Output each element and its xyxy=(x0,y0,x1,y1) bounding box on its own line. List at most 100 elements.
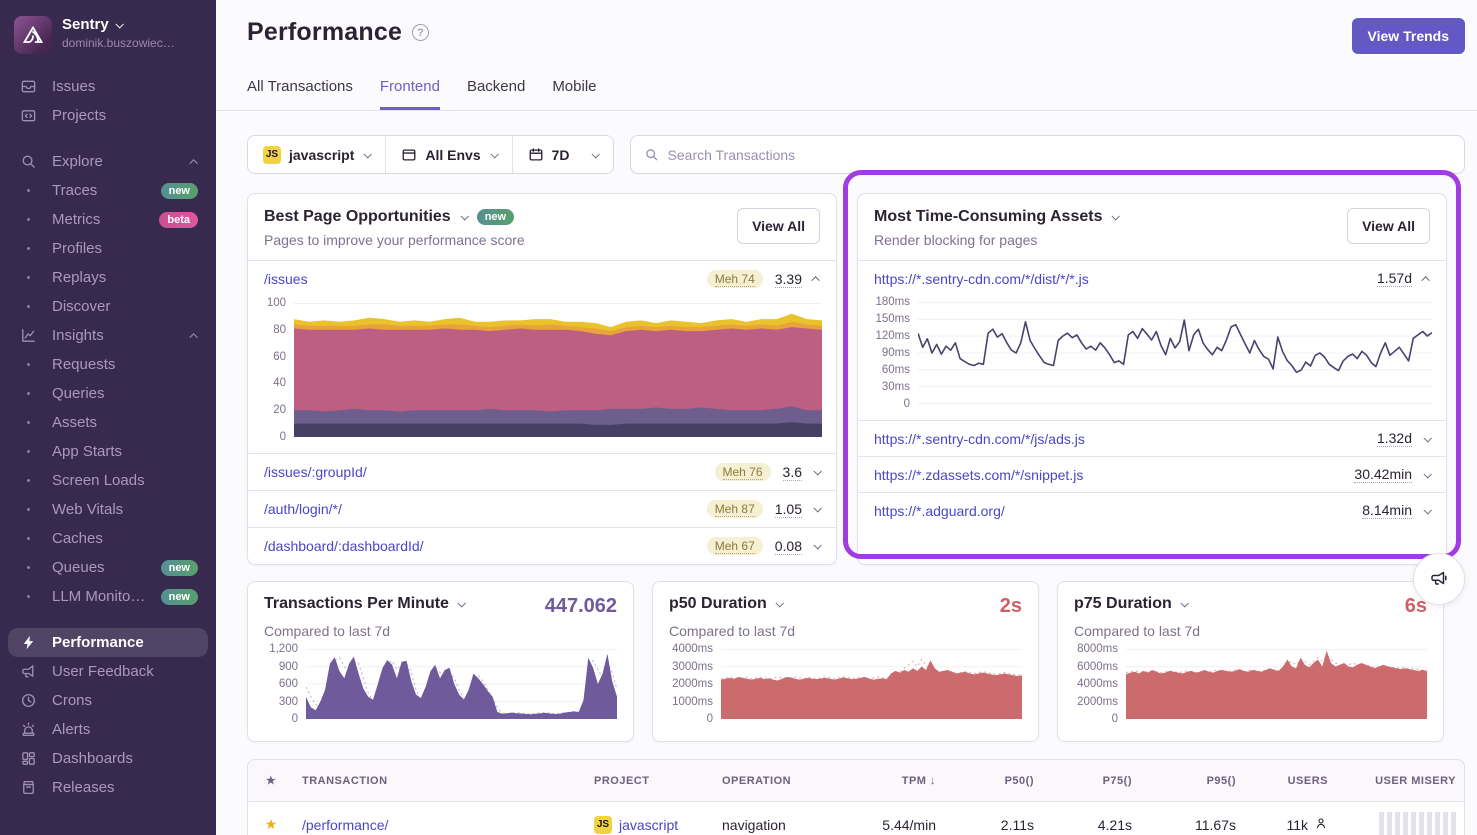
row-link[interactable]: /issues xyxy=(264,271,308,287)
chevron-down-icon xyxy=(460,212,468,220)
projects-icon xyxy=(18,107,38,124)
mini-chart: 8000ms6000ms4000ms2000ms0 xyxy=(1074,639,1427,719)
row-value: 1.57d xyxy=(1377,270,1412,287)
best-pages-view-all-button[interactable]: View All xyxy=(737,208,820,244)
row-link[interactable]: /auth/login/*/ xyxy=(264,501,342,517)
chevron-up-icon[interactable] xyxy=(811,276,819,284)
row-link[interactable]: https://*.zdassets.com/*/snippet.js xyxy=(874,467,1083,483)
row-link[interactable]: https://*.adguard.org/ xyxy=(874,503,1005,519)
sidebar-item-llm-monito[interactable]: LLM Monito…new xyxy=(8,582,208,611)
sidebar-item-alerts[interactable]: Alerts xyxy=(8,715,208,744)
sidebar-item-user-feedback[interactable]: User Feedback xyxy=(8,657,208,686)
org-switcher[interactable]: Sentry dominik.buszowiec… xyxy=(0,12,216,64)
releases-icon xyxy=(18,779,38,796)
tab-frontend[interactable]: Frontend xyxy=(380,78,440,110)
sidebar-item-replays[interactable]: Replays xyxy=(8,263,208,292)
project-link[interactable]: javascript xyxy=(619,817,678,833)
sidebar-item-explore[interactable]: Explore xyxy=(8,147,208,176)
bullet-icon xyxy=(27,595,30,598)
column-header-operation[interactable]: OPERATION xyxy=(714,775,832,787)
mini-panel-title[interactable]: p75 Duration xyxy=(1074,595,1187,613)
column-header-users[interactable]: USERS xyxy=(1244,775,1336,787)
chevron-down-icon[interactable] xyxy=(1423,434,1431,442)
column-header-p50[interactable]: P50() xyxy=(944,775,1042,787)
chevron-down-icon[interactable] xyxy=(1423,506,1431,514)
sidebar-item-insights[interactable]: Insights xyxy=(8,321,208,350)
row-link[interactable]: https://*.sentry-cdn.com/*/dist/*/*.js xyxy=(874,271,1089,287)
window-icon xyxy=(401,147,417,163)
date-range-filter[interactable]: 7D xyxy=(513,136,613,173)
performance-score-chart: 100806040200 xyxy=(248,297,836,453)
search-input[interactable] xyxy=(668,147,1451,163)
sidebar-item-assets[interactable]: Assets xyxy=(8,408,208,437)
star-icon[interactable]: ★ xyxy=(248,774,294,787)
sidebar-item-dashboards[interactable]: Dashboards xyxy=(8,744,208,773)
project-filter[interactable]: JS javascript xyxy=(248,136,386,173)
chevron-down-icon[interactable] xyxy=(813,504,821,512)
tab-all-transactions[interactable]: All Transactions xyxy=(247,78,353,110)
bullet-icon-wrap xyxy=(18,189,38,192)
mini-panel-title[interactable]: p50 Duration xyxy=(669,595,782,613)
sidebar-item-screen-loads[interactable]: Screen Loads xyxy=(8,466,208,495)
chevron-down-icon[interactable] xyxy=(813,541,821,549)
y-axis-tick-label: 90ms xyxy=(882,347,910,359)
assets-subtitle: Render blocking for pages xyxy=(874,232,1118,248)
row-link[interactable]: https://*.sentry-cdn.com/*/js/ads.js xyxy=(874,431,1085,447)
sidebar-item-app-starts[interactable]: App Starts xyxy=(8,437,208,466)
tab-mobile[interactable]: Mobile xyxy=(552,78,596,110)
best-pages-title[interactable]: Best Page Opportunities new xyxy=(264,208,525,226)
feedback-fab-button[interactable] xyxy=(1413,553,1465,605)
sidebar-item-label: Caches xyxy=(52,530,198,547)
row-link[interactable]: /dashboard/:dashboardId/ xyxy=(264,538,424,554)
column-header-project[interactable]: PROJECT xyxy=(586,775,714,787)
sidebar-item-label: LLM Monito… xyxy=(52,588,161,605)
mini-panel-title[interactable]: Transactions Per Minute xyxy=(264,595,464,613)
sidebar-item-performance[interactable]: Performance xyxy=(8,628,208,657)
environment-filter[interactable]: All Envs xyxy=(386,136,512,173)
sidebar-item-projects[interactable]: Projects xyxy=(8,101,208,130)
sidebar-item-metrics[interactable]: Metricsbeta xyxy=(8,205,208,234)
column-header-tpm[interactable]: TPM ↓ xyxy=(832,775,944,787)
bullet-icon xyxy=(27,276,30,279)
row-metrics: Meh 670.08 xyxy=(707,537,820,555)
sidebar-item-profiles[interactable]: Profiles xyxy=(8,234,208,263)
sidebar-item-label: Profiles xyxy=(52,240,198,257)
y-axis: 8000ms6000ms4000ms2000ms0 xyxy=(1074,649,1126,719)
assets-title[interactable]: Most Time-Consuming Assets xyxy=(874,208,1118,226)
sidebar-item-requests[interactable]: Requests xyxy=(8,350,208,379)
column-header-p75[interactable]: P75() xyxy=(1042,775,1140,787)
view-trends-button[interactable]: View Trends xyxy=(1352,18,1465,54)
bullet-icon xyxy=(27,450,30,453)
row-link[interactable]: /issues/:groupId/ xyxy=(264,464,367,480)
chevron-down-icon[interactable] xyxy=(813,467,821,475)
column-header-transaction[interactable]: TRANSACTION xyxy=(294,775,586,787)
sidebar-item-crons[interactable]: Crons xyxy=(8,686,208,715)
sidebar-item-label: User Feedback xyxy=(52,663,198,680)
sidebar-item-releases[interactable]: Releases xyxy=(8,773,208,802)
sidebar-item-web-vitals[interactable]: Web Vitals xyxy=(8,495,208,524)
y-axis-tick-label: 300 xyxy=(279,696,298,708)
column-header-p95[interactable]: P95() xyxy=(1140,775,1244,787)
transaction-link[interactable]: /performance/ xyxy=(302,817,388,833)
mini-panel-p50-duration: p50 Duration2sCompared to last 7d4000ms3… xyxy=(652,581,1039,742)
tab-backend[interactable]: Backend xyxy=(467,78,525,110)
new-badge: new xyxy=(161,589,198,605)
sidebar-item-issues[interactable]: Issues xyxy=(8,72,208,101)
row-value: 3.6 xyxy=(783,464,802,481)
bullet-icon-wrap xyxy=(18,421,38,424)
sidebar-item-discover[interactable]: Discover xyxy=(8,292,208,321)
sidebar-item-queries[interactable]: Queries xyxy=(8,379,208,408)
y-axis-tick-label: 100 xyxy=(267,297,286,309)
help-icon[interactable]: ? xyxy=(412,24,429,41)
sidebar-item-traces[interactable]: Tracesnew xyxy=(8,176,208,205)
sidebar-item-queues[interactable]: Queuesnew xyxy=(8,553,208,582)
assets-view-all-button[interactable]: View All xyxy=(1347,208,1430,244)
best-pages-subtitle: Pages to improve your performance score xyxy=(264,232,525,248)
misery-bar xyxy=(1443,812,1448,835)
star-icon[interactable]: ★ xyxy=(248,816,294,833)
sidebar-item-caches[interactable]: Caches xyxy=(8,524,208,553)
chevron-down-icon[interactable] xyxy=(1423,470,1431,478)
misery-bar xyxy=(1403,812,1408,835)
column-header-user-misery[interactable]: USER MISERY xyxy=(1336,775,1464,787)
chevron-up-icon[interactable] xyxy=(1421,276,1429,284)
